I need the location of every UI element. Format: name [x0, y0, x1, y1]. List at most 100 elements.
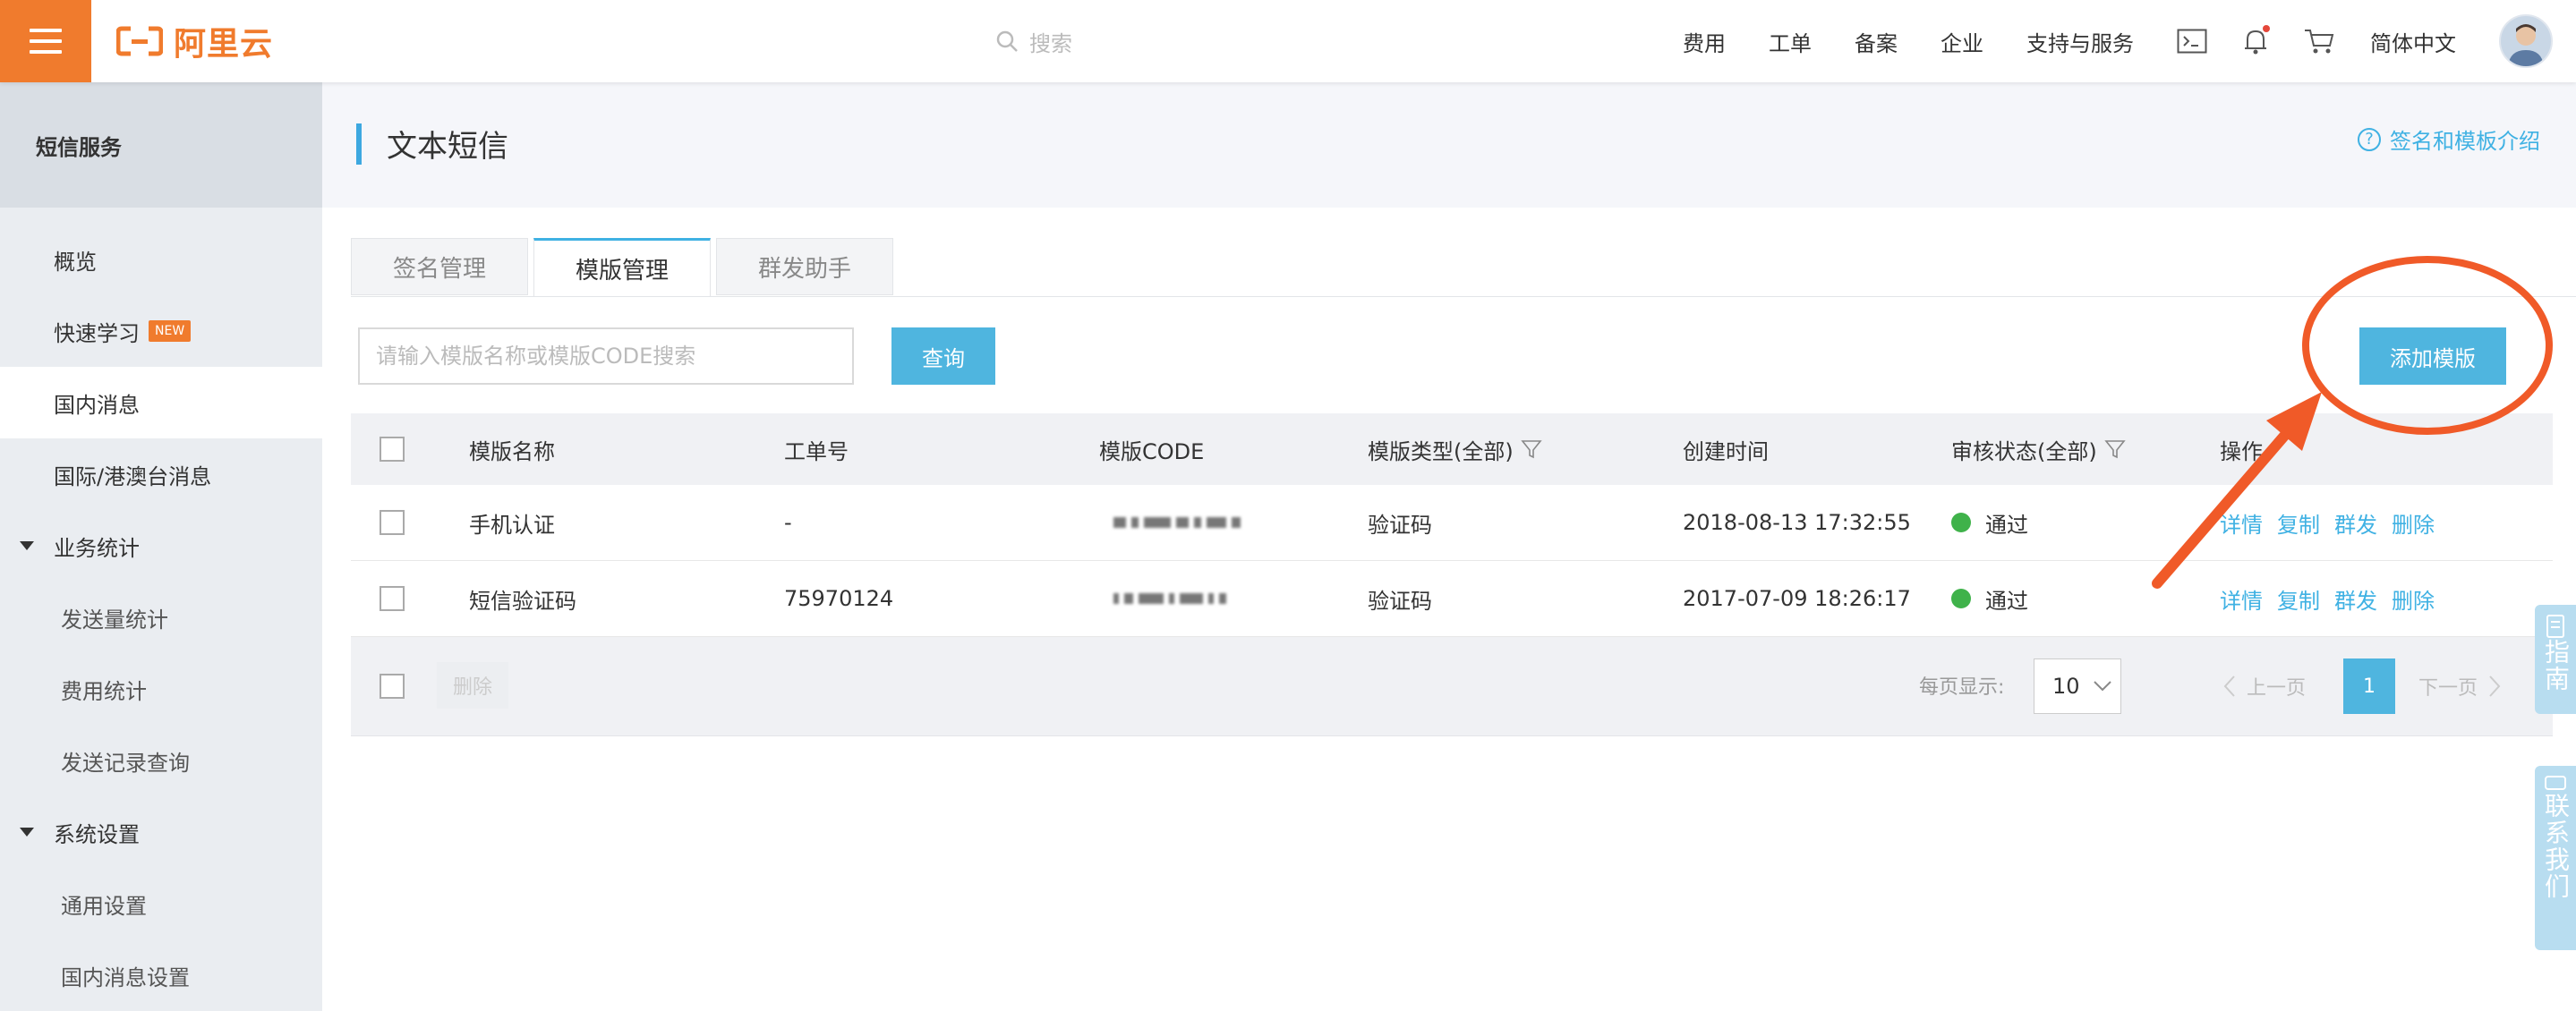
footer-select-all-checkbox[interactable] — [380, 674, 405, 699]
template-name: 短信验证码 — [469, 588, 576, 614]
query-button[interactable]: 查询 — [891, 327, 995, 385]
sidebar-item-cost-stats[interactable]: 费用统计 — [0, 653, 322, 725]
sidebar-item-label: 国内消息 — [54, 392, 140, 418]
bell-icon[interactable] — [2243, 25, 2270, 55]
global-search[interactable]: 搜索 — [995, 21, 1072, 61]
menu-icon[interactable] — [0, 0, 91, 82]
page-size-select[interactable]: 10 — [2034, 658, 2121, 714]
title-accent-bar — [356, 123, 362, 165]
terminal-icon[interactable] — [2177, 29, 2207, 54]
prev-page-button[interactable]: 上一页 — [2223, 662, 2306, 710]
table-row: 短信验证码 75970124 验证码 2017-07-09 18:26:17 通… — [351, 561, 2553, 637]
action-copy[interactable]: 复制 — [2277, 583, 2320, 615]
review-status: 通过 — [1951, 485, 2028, 560]
tab-divider — [351, 296, 2576, 297]
tab-bulk-send[interactable]: 群发助手 — [716, 238, 893, 295]
sidebar-item-overview[interactable]: 概览 — [0, 224, 322, 295]
chevron-down-icon — [2093, 681, 2111, 692]
select-all-cell — [380, 413, 405, 485]
global-search-placeholder: 搜索 — [1029, 30, 1072, 56]
sidebar: 短信服务 概览 快速学习 NEW 国内消息 国际/港澳台消息 业务统计 发送量统计… — [0, 82, 322, 1011]
action-detail[interactable]: 详情 — [2220, 507, 2263, 539]
sidebar-item-label: 发送量统计 — [61, 607, 168, 633]
sidebar-item-label: 费用统计 — [61, 678, 147, 704]
redacted-code — [1113, 593, 1226, 604]
row-actions: 详情 复制 群发 删除 — [2220, 561, 2449, 636]
cart-icon[interactable] — [2304, 28, 2334, 55]
main-content: 签名管理 模版管理 群发助手 查询 添加模版 模版名称 工单号 模版CODE 模… — [322, 208, 2576, 1011]
select-all-checkbox[interactable] — [380, 437, 405, 462]
sidebar-item-domestic[interactable]: 国内消息 — [0, 367, 322, 438]
header-type: 模版类型(全部) — [1368, 438, 1514, 464]
footer-select-cell — [380, 637, 405, 735]
sidebar-item-domestic-settings[interactable]: 国内消息设置 — [0, 939, 322, 1011]
action-detail[interactable]: 详情 — [2220, 583, 2263, 615]
action-bulk-send[interactable]: 群发 — [2334, 507, 2377, 539]
sidebar-title: 短信服务 — [0, 82, 322, 208]
aliyun-logo-icon — [116, 26, 163, 56]
template-search-input[interactable] — [358, 327, 854, 385]
new-badge: NEW — [149, 320, 192, 342]
sidebar-group-stats[interactable]: 业务统计 — [0, 510, 322, 582]
tab-signatures[interactable]: 签名管理 — [351, 238, 528, 295]
sidebar-item-label: 国际/港澳台消息 — [54, 463, 212, 489]
guide-widget[interactable]: 指南 — [2535, 605, 2576, 714]
aliyun-logo[interactable]: 阿里云 — [116, 18, 273, 64]
bulk-delete-button[interactable]: 删除 — [437, 662, 508, 709]
ticket-number: 75970124 — [784, 586, 894, 611]
sidebar-item-international[interactable]: 国际/港澳台消息 — [0, 438, 322, 510]
header-created: 创建时间 — [1683, 438, 1769, 464]
sidebar-group-label: 系统设置 — [54, 821, 140, 847]
template-code-redacted — [1113, 485, 1241, 560]
document-icon — [2546, 615, 2564, 638]
nav-item-tickets[interactable]: 工单 — [1769, 26, 1812, 57]
status-label: 通过 — [1985, 512, 2028, 538]
row-checkbox[interactable] — [380, 586, 405, 611]
header-ticket: 工单号 — [784, 438, 849, 464]
caret-down-icon — [20, 828, 34, 837]
language-switch[interactable]: 简体中文 — [2370, 26, 2456, 57]
filter-icon[interactable] — [1521, 438, 1542, 460]
sidebar-item-general-settings[interactable]: 通用设置 — [0, 868, 322, 939]
template-type: 验证码 — [1368, 512, 1432, 538]
nav-item-support[interactable]: 支持与服务 — [2026, 26, 2134, 57]
header-status-cell[interactable]: 审核状态(全部) — [1951, 413, 2126, 485]
nav-item-filing[interactable]: 备案 — [1855, 26, 1898, 57]
action-delete[interactable]: 删除 — [2392, 507, 2435, 539]
avatar[interactable] — [2499, 14, 2553, 68]
sidebar-item-send-records[interactable]: 发送记录查询 — [0, 725, 322, 796]
add-template-button[interactable]: 添加模版 — [2359, 327, 2506, 385]
table-row: 手机认证 - 验证码 2018-08-13 17:32:55 通过 详情 复制 … — [351, 485, 2553, 561]
top-navigation-bar: 阿里云 搜索 费用 工单 备案 企业 支持与服务 简体中文 — [0, 0, 2576, 82]
filter-icon[interactable] — [2104, 438, 2126, 460]
page-number-current[interactable]: 1 — [2343, 658, 2395, 714]
action-bulk-send[interactable]: 群发 — [2334, 583, 2377, 615]
table-header: 模版名称 工单号 模版CODE 模版类型(全部) 创建时间 审核状态(全部) 操… — [351, 413, 2553, 485]
chevron-left-icon — [2223, 675, 2235, 697]
sidebar-item-send-stats[interactable]: 发送量统计 — [0, 582, 322, 653]
template-code-redacted — [1113, 561, 1226, 636]
sidebar-item-label: 发送记录查询 — [61, 750, 190, 776]
prev-page-label: 上一页 — [2247, 677, 2307, 700]
sidebar-item-label: 通用设置 — [61, 893, 147, 919]
header-code: 模版CODE — [1099, 438, 1205, 464]
action-copy[interactable]: 复制 — [2277, 507, 2320, 539]
header-type-cell[interactable]: 模版类型(全部) — [1368, 413, 1542, 485]
tab-bar: 签名管理 模版管理 群发助手 — [351, 238, 899, 297]
contact-widget[interactable]: 联系我们 — [2535, 766, 2576, 950]
row-checkbox[interactable] — [380, 510, 405, 535]
row-actions: 详情 复制 群发 删除 — [2220, 485, 2449, 560]
sidebar-item-quick-learn[interactable]: 快速学习 NEW — [0, 295, 322, 367]
nav-item-enterprise[interactable]: 企业 — [1941, 26, 1983, 57]
nav-item-fees[interactable]: 费用 — [1683, 26, 1726, 57]
tab-templates[interactable]: 模版管理 — [533, 238, 711, 297]
next-page-label: 下一页 — [2418, 677, 2478, 700]
status-ok-dot — [1951, 513, 1971, 532]
help-link[interactable]: ? 签名和模板介绍 — [2358, 123, 2540, 155]
sidebar-group-settings[interactable]: 系统设置 — [0, 796, 322, 868]
action-delete[interactable]: 删除 — [2392, 583, 2435, 615]
header-status: 审核状态(全部) — [1951, 438, 2097, 464]
next-page-button[interactable]: 下一页 — [2418, 662, 2501, 710]
status-label: 通过 — [1985, 588, 2028, 614]
created-time: 2017-07-09 18:26:17 — [1683, 586, 1911, 611]
